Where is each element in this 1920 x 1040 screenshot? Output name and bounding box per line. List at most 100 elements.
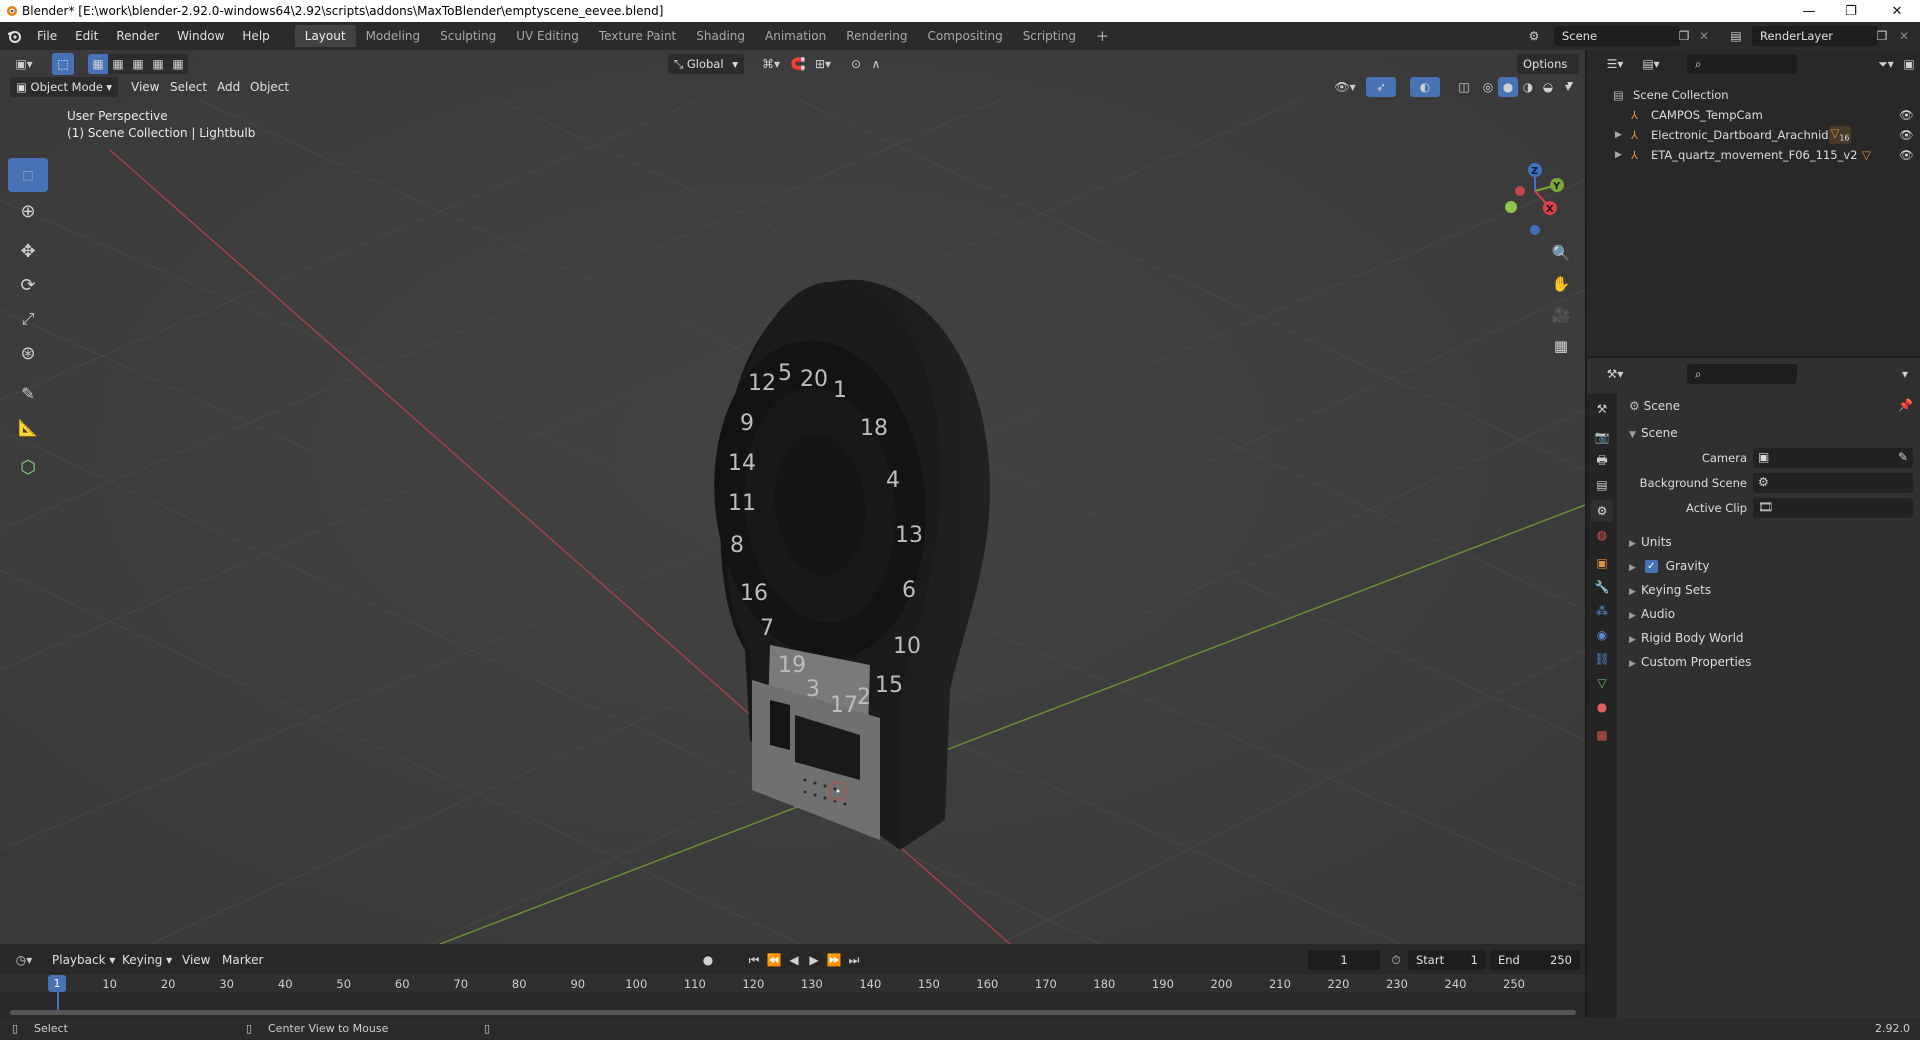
view-layer-field[interactable]: RenderLayer bbox=[1752, 26, 1878, 46]
transform-tool[interactable]: ⊛ bbox=[8, 336, 48, 370]
tab-uv-editing[interactable]: UV Editing bbox=[506, 25, 589, 47]
object-mode-dropdown[interactable]: ▣ Object Mode ▾ bbox=[10, 77, 118, 97]
eyedropper-icon[interactable]: ✎ bbox=[1898, 450, 1908, 464]
play-reverse-icon[interactable]: ◀ bbox=[784, 950, 804, 970]
gizmo-toggle-icon[interactable]: ➶ bbox=[1366, 77, 1396, 97]
snap-target-icon[interactable]: ⊞▾ bbox=[808, 54, 838, 74]
jump-end-icon[interactable]: ⏭ bbox=[844, 950, 864, 970]
timeline-scrollbar[interactable] bbox=[10, 1010, 1576, 1015]
particles-tab-icon[interactable]: ⁂ bbox=[1591, 600, 1613, 622]
current-frame-field[interactable]: 1 bbox=[1308, 950, 1380, 970]
tab-animation[interactable]: Animation bbox=[755, 25, 836, 47]
filter-icon[interactable]: ⏷▾ bbox=[1872, 54, 1900, 74]
tab-compositing[interactable]: Compositing bbox=[917, 25, 1012, 47]
view-layer-browse-icon[interactable]: ▤ bbox=[1726, 26, 1746, 46]
preview-range-icon[interactable]: ⏱ bbox=[1386, 950, 1406, 970]
pan-hand-icon[interactable]: ✋ bbox=[1546, 270, 1576, 298]
output-tab-icon[interactable]: 🖶 bbox=[1591, 450, 1613, 472]
select-mode-invert-icon[interactable]: ▦ bbox=[148, 54, 168, 74]
units-panel-header[interactable]: ▶ Units bbox=[1629, 531, 1672, 553]
pivot-point-icon[interactable]: ⌘▾ bbox=[756, 54, 786, 74]
menu-keying[interactable]: Keying ▾ bbox=[122, 950, 172, 970]
mesh-data-icon[interactable]: ▽ bbox=[1862, 148, 1871, 162]
select-mode-intersect-icon[interactable]: ▦ bbox=[168, 54, 188, 74]
menu-marker[interactable]: Marker bbox=[222, 950, 263, 970]
end-frame-field[interactable]: End 250 bbox=[1490, 950, 1580, 970]
modifier-tab-icon[interactable]: 🔧 bbox=[1591, 576, 1613, 598]
menu-view[interactable]: View bbox=[182, 950, 210, 970]
new-view-layer-icon[interactable]: ❐ bbox=[1872, 26, 1892, 46]
rigid-body-world-panel-header[interactable]: ▶ Rigid Body World bbox=[1629, 627, 1744, 649]
restore-button[interactable]: ❐ bbox=[1828, 0, 1874, 22]
rotate-tool[interactable]: ⟳ bbox=[8, 268, 48, 302]
expand-arrow-icon[interactable]: ▶ bbox=[1615, 130, 1631, 140]
delete-scene-icon[interactable]: ✕ bbox=[1694, 26, 1714, 46]
keying-sets-panel-header[interactable]: ▶ Keying Sets bbox=[1629, 579, 1711, 601]
new-scene-icon[interactable]: ❐ bbox=[1674, 26, 1694, 46]
menu-object[interactable]: Object bbox=[250, 77, 289, 97]
shading-solid-icon[interactable]: ● bbox=[1498, 77, 1518, 97]
add-cube-tool[interactable]: ⬡ bbox=[8, 450, 48, 484]
custom-properties-panel-header[interactable]: ▶ Custom Properties bbox=[1629, 651, 1751, 673]
editor-type-icon[interactable]: ▣▾ bbox=[10, 54, 38, 74]
shading-material-icon[interactable]: ◑ bbox=[1518, 77, 1538, 97]
outliner-scene-collection[interactable]: ▤ Scene Collection bbox=[1587, 85, 1920, 105]
proportional-edit-icon[interactable]: ⊙ bbox=[846, 54, 866, 74]
scale-tool[interactable]: ⤢ bbox=[8, 302, 48, 336]
scene-browse-icon[interactable]: ⚙ bbox=[1524, 26, 1544, 46]
blender-menu-icon[interactable] bbox=[0, 25, 28, 47]
close-button[interactable]: ✕ bbox=[1874, 0, 1920, 22]
eye-visibility-icon[interactable]: 👁 bbox=[1899, 148, 1914, 162]
outliner-editor-type-icon[interactable]: ☰▾ bbox=[1601, 54, 1629, 74]
select-mode-new-icon[interactable]: ▦ bbox=[88, 54, 108, 74]
tab-layout[interactable]: Layout bbox=[294, 25, 356, 47]
expand-arrow-icon[interactable]: ▶ bbox=[1615, 150, 1631, 160]
object-data-tab-icon[interactable]: ▽ bbox=[1591, 672, 1613, 694]
tab-scripting[interactable]: Scripting bbox=[1013, 25, 1086, 47]
gravity-panel-header[interactable]: ▶ ✓ Gravity bbox=[1629, 555, 1709, 577]
outliner-item-eta-quartz[interactable]: ▶ ⅄ ETA_quartz_movement_F06_115_v2 ▽ 👁 bbox=[1587, 145, 1920, 165]
menu-window[interactable]: Window bbox=[168, 25, 233, 47]
tab-texture-paint[interactable]: Texture Paint bbox=[589, 25, 686, 47]
tab-shading[interactable]: Shading bbox=[686, 25, 755, 47]
eye-visibility-icon[interactable]: 👁 bbox=[1899, 108, 1914, 122]
zoom-icon[interactable]: 🔍 bbox=[1546, 239, 1576, 267]
audio-panel-header[interactable]: ▶ Audio bbox=[1629, 603, 1675, 625]
cursor-tool[interactable]: ⊕ bbox=[8, 194, 48, 228]
visibility-icon[interactable]: 👁▾ bbox=[1330, 77, 1360, 97]
material-tab-icon[interactable]: ● bbox=[1591, 696, 1613, 718]
shading-options-icon[interactable]: ▾ bbox=[1558, 77, 1578, 97]
tab-rendering[interactable]: Rendering bbox=[836, 25, 917, 47]
falloff-icon[interactable]: ∧ bbox=[866, 54, 886, 74]
shading-wireframe-icon[interactable]: ◎ bbox=[1478, 77, 1498, 97]
tab-modeling[interactable]: Modeling bbox=[356, 25, 431, 47]
snap-icon[interactable]: 🧲 bbox=[788, 54, 808, 74]
texture-tab-icon[interactable]: ▩ bbox=[1591, 724, 1613, 746]
options-dropdown[interactable]: Options ▾ bbox=[1517, 54, 1579, 91]
record-icon[interactable]: ● bbox=[698, 950, 718, 970]
3d-viewport[interactable]: 12 5 20 1 18 4 13 6 10 15 2 17 3 19 7 16… bbox=[0, 50, 1585, 944]
delete-view-layer-icon[interactable]: ✕ bbox=[1894, 26, 1914, 46]
jump-start-icon[interactable]: ⏮ bbox=[744, 950, 764, 970]
object-tab-icon[interactable]: ▣ bbox=[1591, 552, 1613, 574]
camera-field[interactable]: ▣ ✎ bbox=[1753, 448, 1913, 468]
menu-select[interactable]: Select bbox=[170, 77, 207, 97]
select-mode-subtract-icon[interactable]: ▦ bbox=[128, 54, 148, 74]
display-mode-icon[interactable]: ▤▾ bbox=[1637, 54, 1665, 74]
eye-visibility-icon[interactable]: 👁 bbox=[1899, 128, 1914, 142]
properties-options-icon[interactable]: ▾ bbox=[1895, 364, 1915, 384]
move-tool[interactable]: ✥ bbox=[8, 234, 48, 268]
select-mode-extend-icon[interactable]: ▦ bbox=[108, 54, 128, 74]
start-frame-field[interactable]: Start 1 bbox=[1408, 950, 1486, 970]
background-scene-field[interactable]: ⚙ bbox=[1753, 473, 1913, 493]
select-box-tool-icon[interactable]: ⬚ bbox=[52, 53, 74, 75]
modifier-badge-icon[interactable]: ▽16 bbox=[1829, 126, 1851, 144]
world-tab-icon[interactable]: ◍ bbox=[1591, 524, 1613, 546]
menu-render[interactable]: Render bbox=[107, 25, 168, 47]
perspective-grid-icon[interactable]: ▦ bbox=[1546, 332, 1576, 360]
render-tab-icon[interactable]: 📷 bbox=[1591, 426, 1613, 448]
menu-view[interactable]: View bbox=[131, 77, 159, 97]
timeline-editor-type-icon[interactable]: ◷▾ bbox=[10, 950, 38, 970]
transform-orientation-dropdown[interactable]: ⤡ Global ▾ bbox=[668, 54, 744, 74]
overlays-toggle-icon[interactable]: ◐ bbox=[1410, 77, 1440, 97]
